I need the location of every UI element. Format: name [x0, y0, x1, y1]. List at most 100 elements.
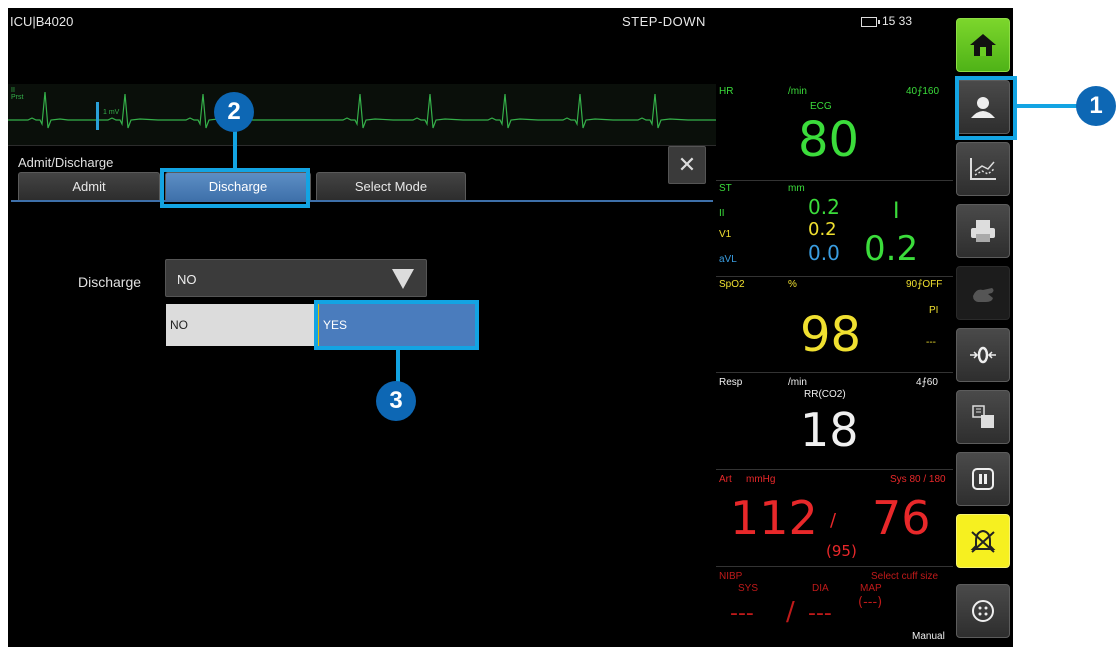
art-separator: / — [830, 510, 837, 531]
hr-limits: 40⨍160 — [906, 86, 940, 97]
ecg-waveform: II Prst 1 mV — [8, 84, 716, 146]
tab-underline — [11, 200, 713, 202]
hr-value: 80 — [798, 112, 860, 168]
unit-bed-label[interactable]: ICU|B4020 — [10, 14, 73, 29]
option-no[interactable]: NO — [166, 304, 316, 346]
nibp-label: NIBP — [719, 571, 743, 582]
st-tile[interactable]: ST mm II V1 aVL 0.2 0.2 0.0 I 0.2 — [716, 180, 956, 276]
ecg-scale-label: 1 mV — [103, 109, 120, 116]
art-tile[interactable]: Art mmHg Sys 80 / 180 112 / 76 (95) — [716, 469, 956, 566]
callout-badge-2: 2 — [214, 92, 254, 132]
callout-line-2 — [233, 128, 237, 170]
spo2-pi-label: PI — [929, 305, 939, 316]
st-lead-2: V1 — [719, 229, 732, 240]
home-icon — [970, 34, 996, 56]
print-button[interactable] — [956, 204, 1010, 258]
callout-line-1 — [1017, 104, 1077, 108]
care-mode-label: STEP-DOWN — [622, 14, 706, 29]
spo2-tile[interactable]: SpO2 % 90⨍OFF PI --- 98 — [716, 276, 956, 372]
printer-icon — [971, 220, 995, 242]
resp-label: Resp — [719, 377, 743, 388]
battery-icon — [861, 17, 880, 27]
spo2-unit: % — [788, 279, 797, 290]
chevron-down-icon — [392, 269, 414, 289]
nibp-separator: / — [786, 597, 795, 627]
callout-line-3 — [396, 348, 400, 382]
callout-badge-1: 1 — [1076, 86, 1116, 126]
hr-tile[interactable]: HR /min 40⨍160 ECG 80 — [716, 84, 956, 180]
spo2-limits: 90⨍OFF — [906, 279, 943, 290]
nibp-mode: Manual — [912, 631, 945, 642]
spo2-label: SpO2 — [719, 279, 745, 290]
callout-highlight-2 — [160, 168, 310, 208]
st-value-2: 0.2 — [808, 219, 837, 240]
layout-button[interactable] — [956, 390, 1010, 444]
spo2-value: 98 — [800, 307, 862, 363]
ecg-lead-name: II — [11, 87, 15, 94]
nibp-note: Select cuff size — [871, 571, 939, 582]
st-lead-3: aVL — [719, 254, 737, 265]
alarm-silence-icon — [970, 529, 996, 553]
tab-admit[interactable]: Admit — [18, 172, 160, 201]
hand-button[interactable] — [956, 266, 1010, 320]
resp-tile[interactable]: Resp /min 4⨍60 RR(CO2) 18 — [716, 372, 956, 469]
ecg-sweep-cursor — [96, 102, 99, 130]
menu-icon — [972, 600, 994, 622]
monitor-screen: ICU|B4020 STEP-DOWN 15 33 II Prst 1 mV A… — [8, 8, 962, 647]
st-label: ST — [719, 183, 732, 194]
st-value-3: 0.0 — [808, 241, 840, 265]
hr-source: ECG — [810, 101, 832, 112]
st-value-1: 0.2 — [808, 195, 840, 219]
callout-highlight-3 — [314, 300, 479, 350]
resp-unit: /min — [788, 377, 807, 388]
st-lead-1: II — [719, 208, 725, 219]
hr-label: HR — [719, 86, 734, 97]
menu-button[interactable] — [956, 584, 1010, 638]
alarm-silence-button[interactable] — [956, 514, 1010, 568]
close-button[interactable]: ✕ — [668, 146, 706, 184]
zero-icon — [970, 346, 996, 364]
resp-limits: 4⨍60 — [916, 377, 938, 388]
discharge-label: Discharge — [78, 274, 142, 290]
art-unit: mmHg — [746, 474, 776, 485]
art-label: Art — [719, 474, 732, 485]
pause-icon — [972, 468, 994, 490]
nibp-tile[interactable]: NIBP Select cuff size SYS DIA MAP --- / … — [716, 566, 956, 647]
resp-source: RR(CO2) — [804, 389, 846, 400]
nibp-col-sys: SYS — [738, 583, 759, 594]
vitals-column: HR /min 40⨍160 ECG 80 ST mm II V1 aVL 0.… — [716, 84, 956, 647]
nibp-col-dia: DIA — [812, 583, 829, 594]
zero-button[interactable] — [956, 328, 1010, 382]
tab-select-mode[interactable]: Select Mode — [316, 172, 466, 201]
nibp-col-map: MAP — [860, 583, 882, 594]
trends-button[interactable] — [956, 142, 1010, 196]
hand-icon — [973, 288, 994, 302]
resp-value: 18 — [800, 403, 859, 457]
clock: 15 33 — [882, 14, 913, 28]
pause-button[interactable] — [956, 452, 1010, 506]
spo2-pi-value: --- — [926, 337, 936, 348]
trends-icon — [970, 158, 996, 180]
st-marker: I — [893, 199, 900, 224]
art-map: (95) — [826, 542, 857, 560]
discharge-dropdown[interactable]: NO — [165, 259, 427, 297]
nibp-systolic: --- — [730, 601, 754, 626]
layout-icon — [972, 405, 994, 428]
st-big-value: 0.2 — [864, 229, 919, 269]
callout-highlight-1 — [955, 76, 1017, 140]
discharge-value: NO — [177, 272, 197, 287]
close-icon: ✕ — [677, 152, 697, 177]
art-limits: Sys 80 / 180 — [890, 474, 946, 485]
art-systolic: 112 — [730, 491, 818, 545]
nibp-map: (---) — [858, 595, 883, 610]
top-bar: ICU|B4020 STEP-DOWN 15 33 — [8, 8, 962, 38]
nibp-diastolic: --- — [808, 601, 832, 626]
panel-title: Admit/Discharge — [18, 155, 114, 170]
art-diastolic: 76 — [872, 491, 931, 545]
hr-unit: /min — [788, 86, 807, 97]
st-unit: mm — [788, 183, 805, 194]
callout-badge-3: 3 — [376, 381, 416, 421]
home-button[interactable] — [956, 18, 1010, 72]
ecg-lead-label: II Prst — [11, 87, 23, 101]
ecg-lead-sub: Prst — [11, 94, 24, 101]
